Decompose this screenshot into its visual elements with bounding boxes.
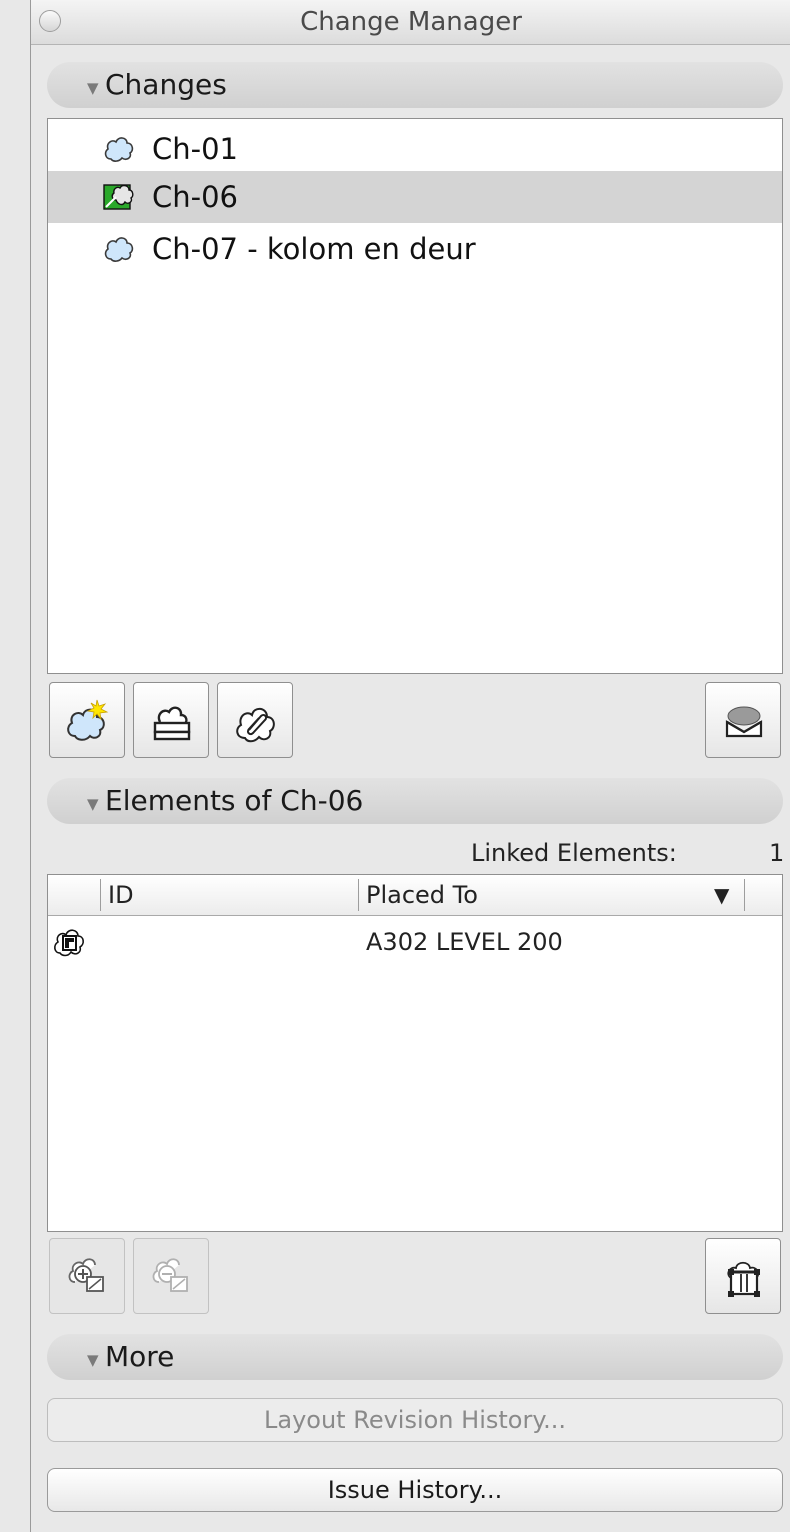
column-divider[interactable] — [744, 879, 745, 911]
print-change-icon — [153, 706, 191, 741]
new-change-icon — [67, 699, 109, 741]
placed-to-cell: A302 LEVEL 200 — [366, 928, 563, 956]
disclosure-triangle-icon[interactable]: ▼ — [87, 1351, 99, 1369]
add-element-icon — [68, 1258, 104, 1292]
remove-element-button[interactable] — [133, 1238, 209, 1314]
change-item-ch-07[interactable]: Ch-07 - kolom en deur — [48, 223, 782, 275]
change-settings-button[interactable] — [705, 682, 781, 758]
elements-section-title: Elements of Ch-06 — [105, 784, 364, 817]
change-item-label: Ch-01 — [152, 132, 238, 166]
changes-section-title: Changes — [105, 68, 227, 101]
link-change-button[interactable] — [217, 682, 293, 758]
new-change-button[interactable] — [49, 682, 125, 758]
select-element-icon — [727, 1261, 760, 1297]
change-settings-icon — [725, 706, 763, 738]
column-divider[interactable] — [358, 879, 359, 911]
change-item-label: Ch-07 - kolom en deur — [152, 232, 476, 266]
green-issue-cloud-icon — [103, 184, 134, 210]
title-bar[interactable]: Change Manager — [31, 0, 790, 45]
elements-table[interactable]: ID Placed To ▼ A302 LEVEL 200 — [47, 874, 783, 1232]
link-change-icon — [236, 707, 275, 743]
sort-dropdown-icon[interactable]: ▼ — [714, 875, 729, 915]
revision-cloud-marker-icon — [54, 929, 84, 957]
column-divider[interactable] — [100, 879, 101, 911]
window-title: Change Manager — [300, 7, 522, 37]
add-element-button[interactable] — [49, 1238, 125, 1314]
linked-elements-count: 1 — [769, 839, 785, 867]
changes-section-header[interactable]: ▼ Changes — [47, 62, 783, 108]
linked-elements-label: Linked Elements: — [471, 839, 677, 867]
layout-revision-history-button[interactable]: Layout Revision History... — [47, 1398, 783, 1442]
table-header: ID Placed To ▼ — [48, 875, 782, 916]
change-manager-palette: Change Manager ▼ Changes Ch-01 Ch-06 Ch-… — [30, 0, 790, 1532]
issue-history-button[interactable]: Issue History... — [47, 1468, 783, 1512]
disclosure-triangle-icon[interactable]: ▼ — [87, 795, 99, 813]
change-item-label: Ch-06 — [152, 180, 238, 214]
select-element-button[interactable] — [705, 1238, 781, 1314]
print-change-button[interactable] — [133, 682, 209, 758]
more-section-header[interactable]: ▼ More — [47, 1334, 783, 1380]
cloud-icon — [104, 237, 134, 262]
column-header-placed-to[interactable]: Placed To — [366, 875, 478, 915]
elements-section-header[interactable]: ▼ Elements of Ch-06 — [47, 778, 783, 824]
disclosure-triangle-icon[interactable]: ▼ — [87, 79, 99, 97]
column-header-id[interactable]: ID — [108, 875, 134, 915]
more-section-title: More — [105, 1340, 175, 1373]
change-item-ch-06[interactable]: Ch-06 — [48, 171, 782, 223]
change-item-ch-01[interactable]: Ch-01 — [48, 123, 782, 175]
remove-element-icon — [152, 1258, 188, 1292]
changes-list[interactable]: Ch-01 Ch-06 Ch-07 - kolom en deur — [47, 118, 783, 674]
table-row[interactable]: A302 LEVEL 200 — [48, 917, 782, 967]
cloud-icon — [104, 137, 134, 162]
